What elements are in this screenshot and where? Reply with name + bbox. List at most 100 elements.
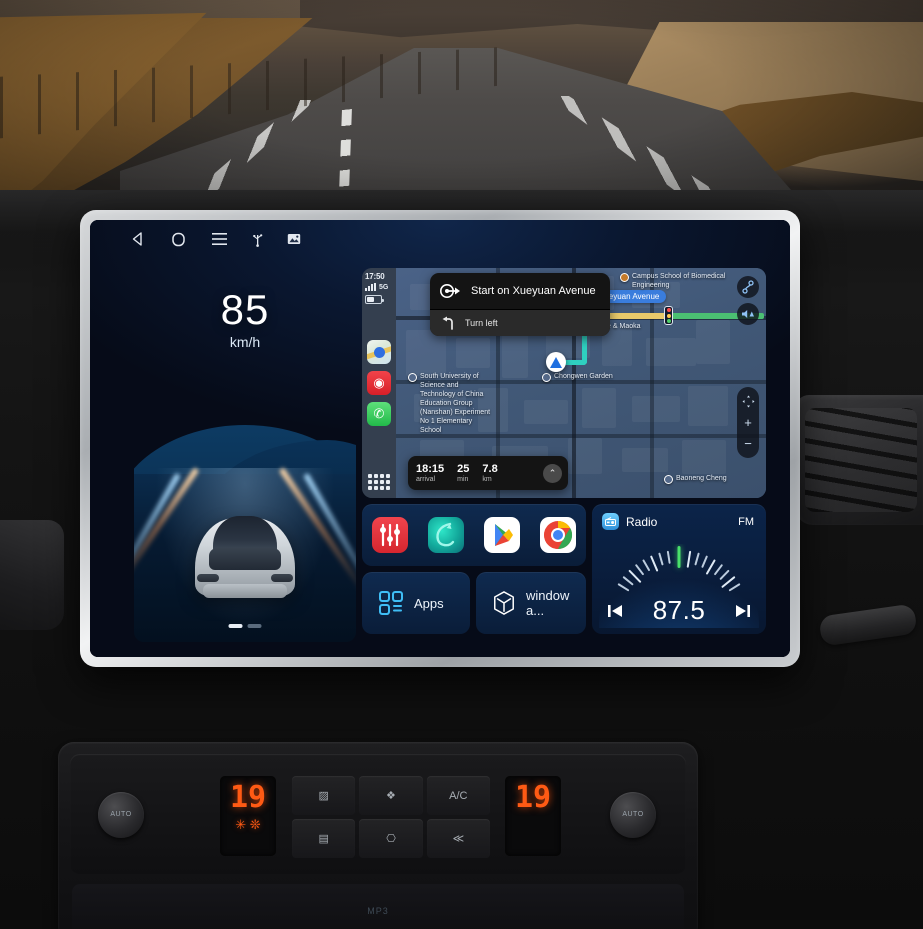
teal-app-icon[interactable] — [428, 517, 464, 553]
primary-instruction-row: Start on Xueyuan Avenue — [430, 273, 610, 309]
poi-label: South University of Science and Technolo… — [420, 373, 491, 434]
rear-defrost-button[interactable]: ▤ — [292, 819, 356, 858]
app-shortcut-row — [362, 504, 586, 566]
radio-controls: 87.5 — [592, 595, 766, 626]
speed-cluster-widget[interactable]: 85 km/h — [134, 268, 356, 642]
carplay-status-bar: 17:50 5G — [362, 268, 396, 304]
screenshot-scene: AUTO 19 ✳ ❊ ▨ ❖ A/C ▤ ⎔ ≪ 19 AUTO MP3 85… — [0, 0, 923, 929]
poi-elementary-school[interactable]: South University of Science and Technolo… — [408, 372, 494, 435]
ac-button[interactable]: A/C — [426, 776, 490, 815]
eta-duration-label: min — [457, 475, 469, 483]
air-vent-slats — [805, 408, 917, 512]
air-vent-left — [0, 520, 64, 630]
poi-label: Baoneng Cheng — [676, 475, 727, 482]
airflow-button[interactable]: ≪ — [426, 819, 490, 858]
temperature-left-value: 19 — [229, 780, 267, 815]
car-taillight-right — [271, 574, 293, 582]
vehicle-position-puck — [546, 352, 566, 372]
equalizer-app-icon[interactable] — [372, 517, 408, 553]
carplay-dock: ◉ ✆ — [367, 340, 391, 426]
poi-label: Chongwen Garden — [554, 373, 613, 380]
pan-control-icon[interactable] — [737, 391, 759, 412]
turn-left-icon — [442, 316, 453, 330]
apple-maps-icon[interactable] — [367, 340, 391, 364]
zoom-out-button[interactable]: − — [737, 433, 759, 454]
fan-indicator-left: ✳ ❊ — [235, 817, 261, 832]
poi-baoneng-cheng[interactable]: Baoneng Cheng — [664, 474, 760, 484]
page-indicator[interactable] — [228, 624, 262, 628]
temperature-display-left: 19 ✳ ❊ — [220, 776, 276, 856]
climate-control-console: AUTO 19 ✳ ❊ ▨ ❖ A/C ▤ ⎔ ≪ 19 AUTO MP3 — [58, 742, 698, 929]
radio-icon — [602, 513, 619, 530]
eta-arrival: 18:15 arrival — [416, 463, 444, 484]
page-dot-inactive — [247, 624, 262, 628]
head-unit-device: 85 km/h 17:50 5G ◉ ✆ Xueyuan Avenue Camp… — [80, 210, 800, 667]
eta-expand-chevron[interactable]: ⌃ — [543, 463, 562, 483]
system-navigation-bar — [90, 220, 790, 258]
home-icon[interactable] — [170, 231, 187, 248]
status-time: 17:50 — [365, 272, 385, 281]
climate-button-grid: ▨ ❖ A/C ▤ ⎔ ≪ — [292, 776, 490, 858]
app-grid-icon[interactable] — [368, 474, 390, 490]
voice-guidance-button[interactable] — [737, 303, 759, 325]
radio-header: Radio FM — [592, 504, 766, 530]
eta-duration-value: 25 — [457, 462, 470, 475]
temperature-right-value: 19 — [514, 780, 552, 815]
car-bumper — [203, 584, 287, 598]
dial-needle — [677, 546, 681, 568]
background-landscape-photo — [0, 0, 923, 223]
primary-instruction-text: Start on Xueyuan Avenue — [471, 285, 596, 297]
volume-icon — [742, 310, 754, 318]
poi-label: Campus School of Biomedical Engineering — [632, 273, 726, 289]
screenshot-icon[interactable] — [287, 233, 301, 245]
speed-unit-label: km/h — [229, 334, 261, 350]
map-zoom-controls[interactable]: + − — [737, 387, 759, 458]
navigation-instruction-card[interactable]: Start on Xueyuan Avenue Turn left — [430, 273, 610, 336]
radio-prev-button[interactable] — [606, 603, 624, 619]
page-dot-active — [228, 624, 243, 628]
route-overview-icon — [742, 280, 754, 294]
poi-chongwen-garden[interactable]: Chongwen Garden — [542, 372, 652, 382]
back-icon[interactable] — [130, 231, 146, 247]
speed-value: 85 — [220, 286, 270, 333]
apps-tile[interactable]: Apps — [362, 572, 470, 634]
climate-knob-right[interactable]: AUTO — [610, 792, 656, 838]
battery-icon — [365, 295, 384, 304]
poi-biomedical-school[interactable]: Campus School of Biomedical Engineering — [620, 272, 730, 290]
car-taillight-left — [197, 574, 219, 582]
eta-arrival-value: 18:15 — [416, 462, 445, 475]
seat-heat-button[interactable]: ⎔ — [359, 819, 423, 858]
radio-band-label: FM — [738, 515, 754, 528]
cube-icon — [494, 591, 514, 615]
car-rear-window — [209, 548, 281, 570]
start-route-icon — [440, 284, 460, 298]
zoom-in-button[interactable]: + — [737, 412, 759, 433]
google-play-icon[interactable] — [484, 517, 520, 553]
radio-widget[interactable]: Radio FM 87.5 — [592, 504, 766, 634]
phone-icon[interactable]: ✆ — [367, 402, 391, 426]
carplay-sidebar: 17:50 5G ◉ ✆ — [362, 268, 396, 498]
eta-duration: 25 min — [457, 463, 469, 484]
eta-distance: 7.8 km — [482, 463, 497, 484]
window-tile-label: window a... — [525, 588, 570, 618]
window-tile[interactable]: window a... — [476, 572, 586, 634]
climate-panel-inner: AUTO 19 ✳ ❊ ▨ ❖ A/C ▤ ⎔ ≪ 19 AUTO — [70, 754, 686, 874]
route-overview-button[interactable] — [737, 276, 759, 298]
climate-knob-left[interactable]: AUTO — [98, 792, 144, 838]
usb-icon[interactable] — [252, 232, 263, 247]
apps-grid-icon — [379, 591, 403, 615]
recirculate-button[interactable]: ❖ — [359, 776, 423, 815]
chrome-icon[interactable] — [540, 517, 576, 553]
secondary-instruction-row: Turn left — [430, 309, 610, 336]
netease-music-icon[interactable]: ◉ — [367, 371, 391, 395]
defrost-button[interactable]: ▨ — [292, 776, 356, 815]
eta-distance-label: km — [482, 475, 492, 483]
traffic-light-icon — [664, 306, 673, 325]
car-illustration — [189, 500, 301, 600]
menu-icon[interactable] — [211, 232, 228, 246]
signal-bars-icon — [365, 283, 376, 291]
radio-next-button[interactable] — [734, 603, 752, 619]
carplay-map-widget[interactable]: 17:50 5G ◉ ✆ Xueyuan Avenue Campus Schoo… — [362, 268, 766, 498]
temperature-display-right: 19 — [505, 776, 561, 856]
eta-summary-bar[interactable]: 18:15 arrival 25 min 7.8 km ⌃ — [408, 456, 568, 490]
